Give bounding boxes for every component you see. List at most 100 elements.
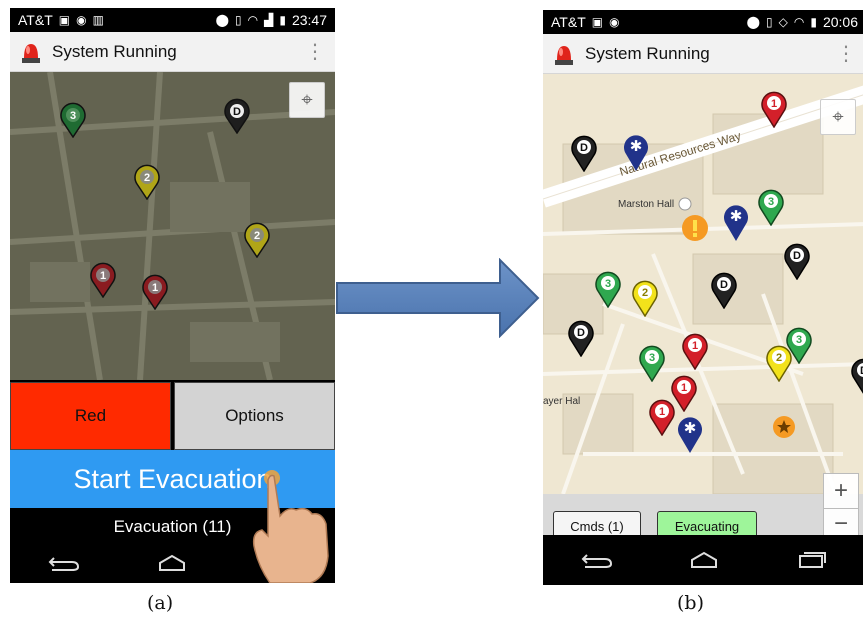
home-icon[interactable] <box>156 554 188 572</box>
my-location-button[interactable]: ⌖ <box>289 82 325 118</box>
green-marker-3[interactable]: 3 <box>60 102 86 138</box>
cmds-button[interactable]: Cmds (1) <box>553 511 641 535</box>
red-button[interactable]: Red <box>10 382 171 450</box>
sync-icon: ◇ <box>778 15 788 29</box>
red-marker-1[interactable]: 1 <box>761 90 787 128</box>
battery-icon: ▮ <box>810 15 817 29</box>
my-location-button[interactable]: ⌖ <box>820 99 856 135</box>
button-row: Red Options <box>10 380 335 452</box>
map-view[interactable]: Natural Resources Way Marston Hall ayer … <box>543 74 863 535</box>
building-label-left: ayer Hal <box>543 396 580 407</box>
transition-arrow <box>335 257 540 343</box>
green-marker-3[interactable]: 3 <box>758 188 784 226</box>
carrier-label: AT&T <box>551 14 586 30</box>
black-marker-d[interactable]: D <box>571 134 597 172</box>
marker-label: 3 <box>768 196 774 208</box>
green-marker-3[interactable]: 3 <box>786 326 812 364</box>
marker-label: 2 <box>254 230 260 242</box>
alert-icon[interactable] <box>681 214 709 242</box>
caption-a: (a) <box>147 592 174 614</box>
app-title: System Running <box>52 41 177 61</box>
back-icon[interactable] <box>48 554 80 572</box>
star-icon[interactable] <box>772 415 796 439</box>
phone-screen-a: AT&T ▣ ◉ ▥ ⬤ ▯ ◠ ▟ ▮ 23:47 System Runnin… <box>10 8 335 583</box>
recents-icon[interactable] <box>796 551 828 569</box>
vibrate-icon: ▯ <box>766 15 773 29</box>
app-icon: ◉ <box>609 15 620 29</box>
overflow-menu-icon[interactable]: ⋮ <box>836 44 856 64</box>
status-bar: AT&T ▣ ◉ ▥ ⬤ ▯ ◠ ▟ ▮ 23:47 <box>10 8 335 32</box>
wifi-icon: ◠ <box>247 13 259 27</box>
yellow-marker-2[interactable]: 2 <box>632 279 658 317</box>
medical-marker-icon[interactable]: ✱ <box>677 414 703 454</box>
marker-label: D <box>577 327 585 339</box>
red-marker-1[interactable]: 1 <box>142 274 168 310</box>
caption-b: (b) <box>677 592 704 614</box>
image-icon: ▣ <box>591 15 604 29</box>
signal-icon: ▟ <box>264 13 274 27</box>
black-marker-d[interactable]: D <box>784 242 810 280</box>
siren-icon <box>22 43 40 63</box>
clock: 23:47 <box>291 12 327 28</box>
status-bar: AT&T ▣ ◉ ⬤ ▯ ◇ ◠ ▮ 20:06 <box>543 10 863 34</box>
evacuating-button[interactable]: Evacuating <box>657 511 757 535</box>
location-icon: ⬤ <box>215 13 230 27</box>
marker-label: 1 <box>659 406 665 418</box>
zoom-in-button[interactable]: + <box>823 473 859 509</box>
clock: 20:06 <box>822 14 858 30</box>
medical-marker-icon[interactable]: ✱ <box>723 202 749 242</box>
image-icon: ▣ <box>58 13 71 27</box>
zoom-out-button[interactable]: − <box>823 509 859 535</box>
marker-label: 1 <box>692 340 698 352</box>
overflow-menu-icon[interactable]: ⋮ <box>305 42 325 62</box>
options-button[interactable]: Options <box>174 382 335 450</box>
yellow-marker-2[interactable]: 2 <box>134 164 160 200</box>
marker-label: 2 <box>642 287 648 299</box>
svg-text:✱: ✱ <box>684 419 697 437</box>
medical-marker-icon[interactable]: ✱ <box>623 132 649 172</box>
barcode-icon: ▥ <box>92 13 104 27</box>
app-icon: ◉ <box>76 13 87 27</box>
green-marker-3[interactable]: 3 <box>639 344 665 382</box>
svg-text:✱: ✱ <box>730 207 743 225</box>
marker-label: 1 <box>681 382 687 394</box>
home-icon[interactable] <box>688 551 720 569</box>
black-marker-d[interactable]: D <box>851 357 863 395</box>
building-label: Marston Hall <box>618 199 674 210</box>
marker-label: 1 <box>152 282 158 294</box>
location-icon: ⬤ <box>746 15 761 29</box>
red-marker-1[interactable]: 1 <box>682 332 708 370</box>
red-marker-1[interactable]: 1 <box>649 398 675 436</box>
marker-label: 3 <box>796 334 802 346</box>
wifi-icon: ◠ <box>793 15 805 29</box>
black-marker-d[interactable]: D <box>224 98 250 134</box>
marker-label: D <box>580 142 588 154</box>
carrier-label: AT&T <box>18 12 53 28</box>
marker-label: D <box>233 106 241 118</box>
vibrate-icon: ▯ <box>235 13 242 27</box>
phone-screen-b: AT&T ▣ ◉ ⬤ ▯ ◇ ◠ ▮ 20:06 System Running … <box>543 10 863 585</box>
siren-icon <box>555 45 573 65</box>
nav-bar <box>543 535 863 585</box>
black-marker-d[interactable]: D <box>711 271 737 309</box>
black-marker-d[interactable]: D <box>568 319 594 357</box>
svg-text:✱: ✱ <box>630 137 643 155</box>
marker-label: 1 <box>771 98 777 110</box>
marker-label: 2 <box>776 352 782 364</box>
app-title: System Running <box>585 43 710 63</box>
battery-icon: ▮ <box>279 13 286 27</box>
yellow-marker-2[interactable]: 2 <box>244 222 270 258</box>
marker-label: 3 <box>605 278 611 290</box>
map-view[interactable]: ⌖ 3 D 2 2 1 1 <box>10 72 335 380</box>
green-marker-3[interactable]: 3 <box>595 270 621 308</box>
marker-label: D <box>720 279 728 291</box>
marker-label: 3 <box>649 352 655 364</box>
back-icon[interactable] <box>581 551 613 569</box>
action-bar: System Running ⋮ <box>543 34 863 74</box>
marker-label: 1 <box>100 270 106 282</box>
marker-label: 3 <box>70 110 76 122</box>
hand-pointer-icon <box>252 470 329 583</box>
map-roads <box>10 72 335 380</box>
marker-label: 2 <box>144 172 150 184</box>
red-marker-1[interactable]: 1 <box>90 262 116 298</box>
